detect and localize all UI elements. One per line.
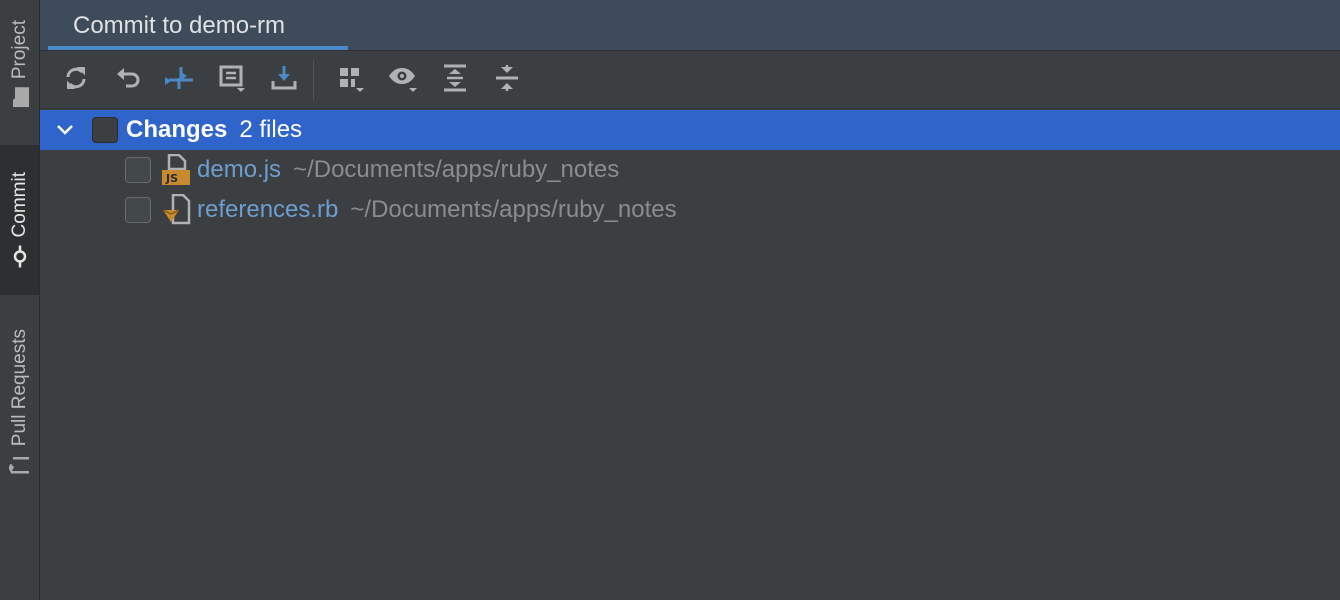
expand-all-button[interactable] [432, 58, 478, 102]
view-options-icon [387, 63, 419, 98]
pull-requests-tool-button[interactable]: Pull Requests [0, 310, 39, 495]
changes-tree: Changes 2 files JS demo.js ~/Documents/a… [40, 110, 1340, 230]
show-diff-icon [165, 63, 195, 98]
commit-tool-label: Commit [8, 172, 30, 238]
chevron-down-icon[interactable] [52, 124, 78, 136]
commit-tool-window: Commit to demo-rm Changes 2 files JS dem… [40, 0, 1340, 600]
refresh-icon [62, 64, 90, 97]
rollback-button[interactable] [105, 58, 151, 102]
list-item[interactable]: references.rb ~/Documents/apps/ruby_note… [40, 190, 1340, 230]
commit-toolbar [40, 52, 1340, 109]
ruby-file-icon [159, 193, 193, 227]
show-diff-button[interactable] [157, 58, 203, 102]
javascript-file-icon: JS [159, 153, 193, 187]
view-options-button[interactable] [380, 58, 426, 102]
file-checkbox[interactable] [125, 197, 151, 223]
file-name[interactable]: demo.js [197, 156, 281, 184]
file-path: ~/Documents/apps/ruby_notes [350, 196, 677, 223]
list-item[interactable]: JS demo.js ~/Documents/apps/ruby_notes [40, 150, 1340, 190]
expand-all-icon [441, 63, 469, 98]
tool-window-stripe: Project Commit Pull Requests [0, 0, 40, 600]
pull-requests-tool-label: Pull Requests [8, 328, 30, 447]
changes-file-count: 2 files [239, 116, 303, 143]
toolbar-separator [313, 60, 314, 100]
group-by-icon [336, 63, 366, 98]
file-path: ~/Documents/apps/ruby_notes [293, 156, 620, 183]
collapse-all-button[interactable] [484, 58, 530, 102]
changes-group-checkbox[interactable] [92, 117, 118, 143]
folder-icon [9, 87, 31, 108]
tab-bar: Commit to demo-rm [40, 0, 1340, 51]
rollback-icon [114, 64, 142, 97]
project-tool-label: Project [8, 20, 30, 80]
pull-request-icon [7, 454, 31, 476]
changes-group-name: Changes [126, 116, 228, 143]
file-name[interactable]: references.rb [197, 196, 338, 224]
changes-group-row[interactable]: Changes 2 files [40, 110, 1340, 150]
file-checkbox[interactable] [125, 157, 151, 183]
tab-commit[interactable]: Commit to demo-rm [48, 0, 310, 51]
project-tool-button[interactable]: Project [0, 0, 39, 128]
update-button[interactable] [261, 58, 307, 102]
commit-tool-button[interactable]: Commit [0, 145, 39, 295]
refresh-button[interactable] [53, 58, 99, 102]
changelist-icon [217, 63, 247, 98]
update-icon [269, 63, 299, 98]
commit-icon [9, 245, 31, 268]
group-by-button[interactable] [328, 58, 374, 102]
collapse-all-icon [493, 63, 521, 98]
changelist-button[interactable] [209, 58, 255, 102]
svg-text:JS: JS [165, 172, 178, 185]
active-tab-indicator [48, 46, 348, 50]
